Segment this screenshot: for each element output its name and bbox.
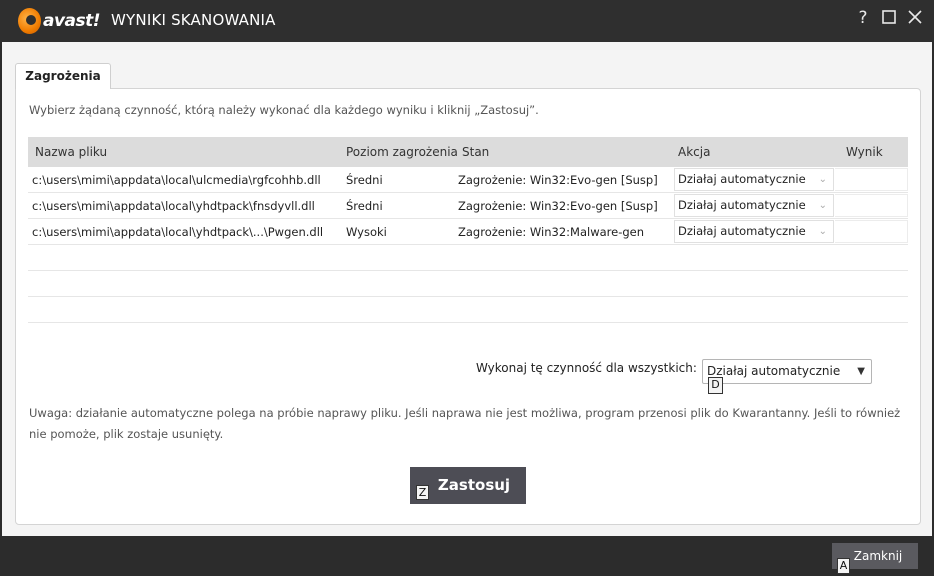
footer-bar: Zamknij A: [0, 536, 934, 576]
maximize-icon: [882, 10, 896, 24]
instruction-text: Wybierz żądaną czynność, którą należy wy…: [29, 103, 539, 117]
window-title: WYNIKI SKANOWANIA: [111, 11, 276, 29]
key-hint-a: A: [837, 558, 850, 574]
window-controls: ?: [854, 8, 924, 28]
action-select[interactable]: Działaj automatycznie ⌄: [674, 194, 834, 217]
logo-text: avast!: [42, 11, 101, 31]
note-text: Uwaga: działanie automatyczne polega na …: [29, 406, 901, 441]
avast-logo: avast!: [18, 6, 101, 36]
apply-all-label: Wykonaj tę czynność dla wszystkich:: [476, 361, 697, 375]
cell-level: Średni: [346, 199, 383, 213]
threats-panel: Wybierz żądaną czynność, którą należy wy…: [15, 88, 921, 525]
title-bar: avast! WYNIKI SKANOWANIA ?: [0, 0, 934, 42]
cell-status: Zagrożenie: Win32:Evo-gen [Susp]: [458, 173, 658, 187]
results-table: Nazwa pliku Poziom zagrożenia Stan Akcja…: [28, 137, 908, 323]
close-icon: [908, 10, 922, 24]
cell-filename: c:\users\mimi\appdata\local\ulcmedia\rgf…: [32, 173, 321, 187]
chevron-down-icon: ⌄: [818, 200, 827, 211]
cell-level: Wysoki: [346, 225, 387, 239]
cell-filename: c:\users\mimi\appdata\local\yhdtpack\...…: [32, 225, 324, 239]
key-hint-z: Z: [416, 485, 429, 500]
help-button[interactable]: ?: [854, 8, 872, 28]
table-row[interactable]: c:\users\mimi\appdata\local\yhdtpack\...…: [28, 219, 908, 245]
avast-logo-icon: [18, 8, 41, 34]
header-result[interactable]: Wynik: [846, 137, 883, 167]
action-select[interactable]: Działaj automatycznie ⌄: [674, 220, 834, 243]
table-row[interactable]: c:\users\mimi\appdata\local\ulcmedia\rgf…: [28, 167, 908, 193]
cell-status: Zagrożenie: Win32:Evo-gen [Susp]: [458, 199, 658, 213]
cell-result: [835, 168, 908, 191]
chevron-down-icon: ⌄: [818, 226, 827, 237]
action-select-value: Działaj automatycznie: [678, 224, 806, 238]
chevron-down-icon: ▼: [857, 366, 865, 377]
action-select-value: Działaj automatycznie: [678, 172, 806, 186]
cell-result: [835, 220, 908, 243]
apply-all-value: Działaj automatycznie: [707, 364, 841, 378]
cell-level: Średni: [346, 173, 383, 187]
empty-row: [28, 271, 908, 297]
table-row[interactable]: c:\users\mimi\appdata\local\yhdtpack\fns…: [28, 193, 908, 219]
empty-row: [28, 297, 908, 323]
header-action[interactable]: Akcja: [678, 137, 710, 167]
table-header: Nazwa pliku Poziom zagrożenia Stan Akcja…: [28, 137, 908, 167]
chevron-down-icon: ⌄: [818, 174, 827, 185]
content-area: Zagrożenia Wybierz żądaną czynność, któr…: [2, 42, 932, 536]
action-select[interactable]: Działaj automatycznie ⌄: [674, 168, 834, 191]
key-hint-d: D: [708, 377, 723, 394]
header-filename[interactable]: Nazwa pliku: [35, 137, 107, 167]
maximize-button[interactable]: [880, 8, 898, 28]
apply-button-label: Zastosuj: [437, 476, 511, 494]
action-select-value: Działaj automatycznie: [678, 198, 806, 212]
tab-threats[interactable]: Zagrożenia: [15, 63, 111, 89]
close-button-label: Zamknij: [853, 549, 903, 563]
cell-filename: c:\users\mimi\appdata\local\yhdtpack\fns…: [32, 199, 315, 213]
close-window-button[interactable]: [906, 8, 924, 28]
header-status[interactable]: Stan: [462, 137, 489, 167]
apply-all-select[interactable]: Działaj automatycznie ▼: [702, 359, 872, 384]
cell-status: Zagrożenie: Win32:Malware-gen: [458, 225, 645, 239]
header-level[interactable]: Poziom zagrożenia: [346, 137, 458, 167]
empty-row: [28, 245, 908, 271]
cell-result: [835, 194, 908, 217]
